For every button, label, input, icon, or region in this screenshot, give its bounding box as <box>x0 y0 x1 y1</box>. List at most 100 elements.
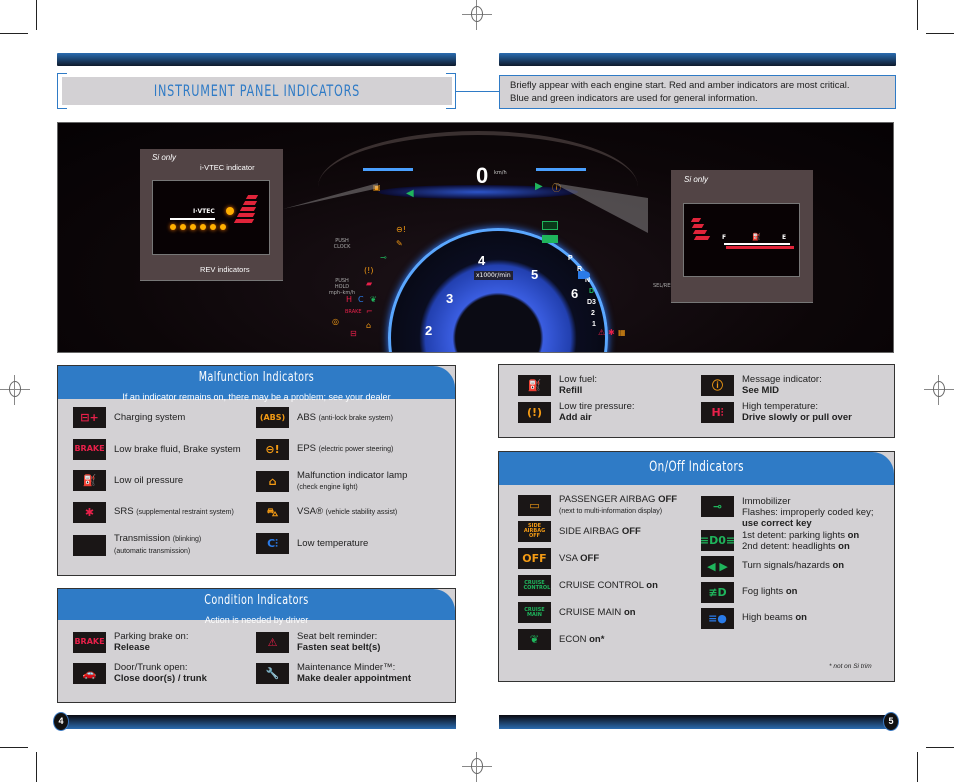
abs-glyph: (ABS) <box>259 412 286 422</box>
tach-segment <box>236 213 256 217</box>
ivtec-photo: I·VTEC <box>152 180 270 255</box>
connector-line <box>456 91 500 92</box>
turn-signal-glyph: ◀ ▶ <box>707 560 728 573</box>
condition-item: 🚗 Door/Trunk open: Close door(s) / trunk <box>73 662 207 684</box>
airbag-icon: ✱ <box>73 501 106 523</box>
eps-glyph: ⊖! <box>265 442 280 456</box>
eps-icon: ⊖! <box>396 225 406 234</box>
page-title-box: INSTRUMENT PANEL INDICATORS <box>62 77 452 105</box>
tach-number: 3 <box>446 291 454 306</box>
item-title: Door/Trunk open: <box>114 662 188 673</box>
crop-mark <box>917 752 918 782</box>
passenger-airbag-icon: ▭ <box>518 495 551 516</box>
item-note: (vehicle stability assist) <box>325 509 398 516</box>
ivtec-indicator-light <box>226 207 234 215</box>
onoff-item: ⊸ Immobilizer Flashes: improperly coded ke… <box>701 496 873 529</box>
condition-subtitle: Action is needed by driver <box>204 615 309 625</box>
item-title: Maintenance Minder™: <box>297 662 396 673</box>
item-label: High temperature: Drive slowly or pull ov… <box>742 401 852 423</box>
high-beam-icon <box>578 271 590 279</box>
check-engine-icon: ⌂ <box>366 321 372 330</box>
item-title: SRS <box>114 506 134 517</box>
turn-signal-icon: ◀ ▶ <box>701 556 734 577</box>
item-title: Immobilizer <box>742 496 791 507</box>
malfunction-item: BRAKE Low brake fluid, Brake system <box>73 438 241 460</box>
tach-number: 2 <box>425 323 433 338</box>
item-label: ECON on* <box>559 634 604 645</box>
intro-line-1: Briefly appear with each engine start. R… <box>510 80 850 91</box>
passenger-airbag-glyph: ▭ <box>529 499 540 512</box>
item-title: Low oil pressure <box>114 475 184 486</box>
turn-right-arrow-icon: ▶ <box>535 181 543 192</box>
malfunction-item: ⛍ VSA® (vehicle stability assist) <box>256 501 398 523</box>
immobilizer-icon: ⊸ <box>701 496 734 517</box>
item-line-2: Flashes: improperly coded key; <box>742 507 874 518</box>
high-temperature-glyph: H⫶ <box>711 405 724 419</box>
item-state: on <box>832 560 845 571</box>
item-label: 1st detent: parking lights on 2nd detent:… <box>742 530 859 552</box>
door-open-icon: ▰ <box>366 279 373 288</box>
malfunction-item: ✱ SRS (supplemental restraint system) <box>73 501 234 523</box>
item-line-2: 2nd detent: headlights <box>742 541 836 552</box>
footer-bar-left <box>60 715 456 729</box>
rev-bar <box>170 218 215 220</box>
fuel-pump-icon: ⛽ <box>752 233 761 241</box>
item-title: Charging system <box>114 412 186 423</box>
low-temperature-glyph: C⫶ <box>267 537 278 550</box>
malfunction-item: ⌂ Malfunction indicator lamp (check engine… <box>256 470 407 493</box>
item-label: Immobilizer Flashes: improperly coded key… <box>742 496 873 529</box>
low-temperature-icon: C⫶ <box>256 533 289 554</box>
tire-pressure-glyph: (!) <box>526 405 543 419</box>
item-label: PASSENGER AIRBAG OFF (next to multi-infor… <box>559 494 677 517</box>
item-action: Add air <box>559 412 592 423</box>
item-state: on <box>646 580 658 591</box>
condition-item: 🔧 Maintenance Minder™: Make dealer appoint… <box>256 662 411 684</box>
push-clock-button: PUSH CLOCK <box>333 238 351 250</box>
item-title: 1st detent: parking lights <box>742 530 845 541</box>
condition-item: ⚠ Seat belt reminder: Fasten seat belt(s) <box>256 631 380 653</box>
high-temp-icon: H <box>346 295 353 304</box>
header-bar-right <box>499 53 896 66</box>
low-temp-icon: C <box>358 295 364 304</box>
item-action: Make dealer appointment <box>297 673 412 684</box>
item-state: OFF <box>658 494 678 505</box>
door-open-icon: 🚗 <box>73 662 106 684</box>
onoff-item: CRUISE MAIN CRUISE MAIN on <box>518 602 636 623</box>
vsa-glyph: ⛍ <box>266 505 279 519</box>
lights-glyph: ≡D0≡ <box>701 534 734 547</box>
onoff-item: ▭ PASSENGER AIRBAG OFF (next to multi-info… <box>518 494 677 517</box>
gear-d3: D3 <box>587 299 596 306</box>
item-title: Low fuel: <box>559 374 598 385</box>
gear-2: 2 <box>591 310 595 317</box>
crop-mark <box>36 0 37 30</box>
item-title: High temperature: <box>742 401 819 412</box>
rev-light <box>180 224 186 230</box>
condition-title: Condition Indicators <box>204 593 309 608</box>
item-action: use correct key <box>742 518 812 529</box>
tach-label: x1000r/min <box>474 271 513 280</box>
fuel-pump-glyph: ⛽ <box>527 378 542 392</box>
cruise-control-icon <box>542 221 558 230</box>
gauge-segment <box>690 218 702 222</box>
item-state: on <box>785 586 798 597</box>
ivtec-logo: I·VTEC <box>193 208 215 215</box>
tire-pressure-icon: (!) <box>364 266 374 275</box>
fuel-gauge-photo: F E ⛽ <box>683 203 800 277</box>
footer-bar-right <box>499 715 889 729</box>
onoff-header: On/Off Indicators <box>499 452 894 485</box>
item-state: on <box>795 612 807 623</box>
item-title: Low tire pressure: <box>559 401 635 412</box>
rev-light <box>210 224 216 230</box>
item-note: (check engine light) <box>297 484 358 491</box>
item-label: Door/Trunk open: Close door(s) / trunk <box>114 662 207 684</box>
item-title: Transmission <box>114 533 171 544</box>
crop-mark <box>0 33 28 34</box>
item-state: OFF <box>621 526 641 537</box>
seat-belt-icon: ⚠ <box>256 631 289 653</box>
vsa-icon: ⛍ <box>256 501 289 523</box>
immobilizer-icon: ⊸ <box>380 253 387 262</box>
item-label: Low temperature <box>297 538 368 549</box>
item-label: SRS (supplemental restraint system) <box>114 506 234 518</box>
gauge-segment <box>691 224 705 228</box>
registration-mark <box>0 375 30 405</box>
